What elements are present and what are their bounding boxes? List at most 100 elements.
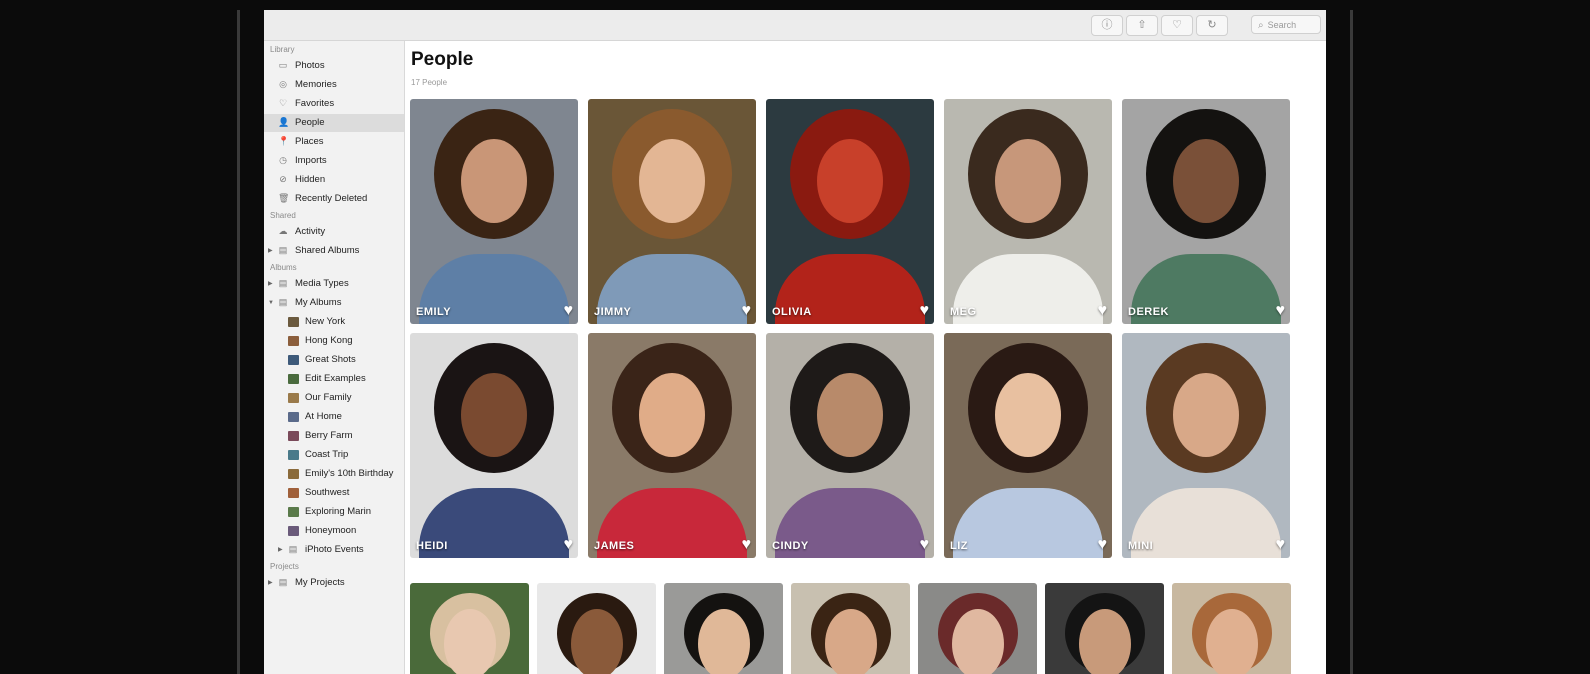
person-card[interactable] [791, 583, 910, 674]
sidebar-item-people[interactable]: 👤 People [264, 114, 404, 132]
clock-icon: ◷ [279, 155, 287, 165]
album-thumbnail-icon [288, 317, 299, 327]
rotate-button[interactable]: ↻ [1196, 15, 1228, 36]
person-face [1205, 609, 1258, 674]
heart-icon: ♡ [1172, 19, 1182, 31]
person-name: EMILY [416, 306, 452, 318]
sidebar-item-activity[interactable]: ☁ Activity [264, 223, 404, 241]
disclosure-collapsed-icon[interactable]: ▶ [268, 275, 273, 293]
share-button[interactable]: ⇧ [1126, 15, 1158, 36]
sidebar-item-label: Shared Albums [295, 245, 360, 256]
album-item-our-family[interactable]: Our Family [264, 389, 404, 407]
album-label: New York [305, 316, 346, 327]
person-icon: 👤 [278, 117, 290, 127]
person-card[interactable] [537, 583, 656, 674]
main-content: People 17 People EMILY ♥ JIMMY ♥ OLIVIA ♥ MEG ♥… [405, 41, 1326, 674]
person-card[interactable]: DEREK ♥ [1122, 99, 1290, 324]
person-name: CINDY [772, 540, 809, 552]
album-label: Emily's 10th Birthday [305, 468, 394, 479]
favorite-heart-icon[interactable]: ♥ [1276, 302, 1286, 320]
sidebar-item-my-projects[interactable]: ▶ ▤ My Projects [264, 574, 404, 592]
disclosure-expanded-icon[interactable]: ▼ [268, 294, 274, 312]
person-card[interactable]: EMILY ♥ [410, 99, 578, 324]
album-label: Great Shots [305, 354, 356, 365]
disclosure-collapsed-icon[interactable]: ▶ [268, 574, 273, 592]
album-item-berry-farm[interactable]: Berry Farm [264, 427, 404, 445]
album-item-at-home[interactable]: At Home [264, 408, 404, 426]
album-thumbnail-icon [288, 488, 299, 498]
album-thumbnail-icon [288, 507, 299, 517]
hidden-icon: ⊘ [279, 174, 287, 184]
person-name: MINI [1128, 540, 1154, 552]
sidebar-item-label: iPhoto Events [305, 544, 364, 555]
person-card[interactable] [1172, 583, 1291, 674]
favorite-heart-icon[interactable]: ♥ [920, 302, 930, 320]
album-item-great-shots[interactable]: Great Shots [264, 351, 404, 369]
album-item-emily-s-10th-birthday[interactable]: Emily's 10th Birthday [264, 465, 404, 483]
sidebar-item-label: Recently Deleted [295, 193, 368, 204]
favorite-heart-icon[interactable]: ♥ [1098, 302, 1108, 320]
album-thumbnail-icon [288, 431, 299, 441]
person-card[interactable] [410, 583, 529, 674]
album-item-edit-examples[interactable]: Edit Examples [264, 370, 404, 388]
sidebar-item-places[interactable]: 📍 Places [264, 133, 404, 151]
rotate-icon: ↻ [1207, 19, 1217, 31]
disclosure-collapsed-icon[interactable]: ▶ [278, 541, 283, 559]
favorite-heart-icon[interactable]: ♥ [564, 302, 574, 320]
person-card[interactable]: OLIVIA ♥ [766, 99, 934, 324]
album-label: Exploring Marin [305, 506, 371, 517]
sidebar-item-photos[interactable]: ▭ Photos [264, 57, 404, 75]
album-label: At Home [305, 411, 342, 422]
sidebar-item-my-albums[interactable]: ▼ ▤ My Albums [264, 294, 404, 312]
sidebar-item-memories[interactable]: ◎ Memories [264, 76, 404, 94]
cloud-icon: ☁ [278, 226, 288, 236]
disclosure-collapsed-icon[interactable]: ▶ [268, 242, 273, 260]
favorite-button[interactable]: ♡ [1161, 15, 1193, 36]
sidebar-item-media-types[interactable]: ▶ ▤ Media Types [264, 275, 404, 293]
folder-icon: ▤ [278, 278, 288, 288]
favorite-heart-icon[interactable]: ♥ [564, 536, 574, 554]
person-card[interactable]: CINDY ♥ [766, 333, 934, 558]
sidebar-section-title: Albums [270, 263, 297, 272]
info-button[interactable]: ⓘ [1091, 15, 1123, 36]
person-card[interactable]: HEIDI ♥ [410, 333, 578, 558]
person-card[interactable] [918, 583, 1037, 674]
search-input[interactable]: ⌕ Search [1251, 15, 1321, 34]
sidebar-item-iphoto-events[interactable]: ▶ ▤ iPhoto Events [264, 541, 404, 559]
person-face [995, 139, 1061, 223]
person-name: HEIDI [416, 540, 448, 552]
favorite-heart-icon[interactable]: ♥ [1276, 536, 1286, 554]
album-item-hong-kong[interactable]: Hong Kong [264, 332, 404, 350]
sidebar-item-hidden[interactable]: ⊘ Hidden [264, 171, 404, 189]
sidebar-section-title: Shared [270, 211, 296, 220]
favorite-heart-icon[interactable]: ♥ [742, 302, 752, 320]
album-item-new-york[interactable]: New York [264, 313, 404, 331]
folder-icon: ▤ [278, 245, 288, 255]
person-card[interactable]: MINI ♥ [1122, 333, 1290, 558]
sidebar-item-favorites[interactable]: ♡ Favorites [264, 95, 404, 113]
favorite-heart-icon[interactable]: ♥ [1098, 536, 1108, 554]
person-card[interactable]: JAMES ♥ [588, 333, 756, 558]
sidebar-item-shared-albums[interactable]: ▶ ▤ Shared Albums [264, 242, 404, 260]
heart-icon: ♡ [278, 98, 288, 108]
person-card[interactable]: MEG ♥ [944, 99, 1112, 324]
sidebar-item-imports[interactable]: ◷ Imports [264, 152, 404, 170]
album-item-coast-trip[interactable]: Coast Trip [264, 446, 404, 464]
album-item-honeymoon[interactable]: Honeymoon [264, 522, 404, 540]
person-card[interactable]: JIMMY ♥ [588, 99, 756, 324]
favorite-heart-icon[interactable]: ♥ [742, 536, 752, 554]
album-label: Honeymoon [305, 525, 357, 536]
album-item-exploring-marin[interactable]: Exploring Marin [264, 503, 404, 521]
album-thumbnail-icon [288, 450, 299, 460]
folder-icon: ▤ [278, 297, 288, 307]
person-face [824, 609, 877, 674]
album-item-southwest[interactable]: Southwest [264, 484, 404, 502]
person-card[interactable]: LIZ ♥ [944, 333, 1112, 558]
person-card[interactable] [1045, 583, 1164, 674]
favorite-heart-icon[interactable]: ♥ [920, 536, 930, 554]
sidebar-item-label: Imports [295, 155, 327, 166]
person-card[interactable] [664, 583, 783, 674]
person-face [817, 139, 883, 223]
sidebar-item-recently-deleted[interactable]: 🗑 Recently Deleted [264, 190, 404, 208]
sidebar-item-label: Favorites [295, 98, 335, 109]
